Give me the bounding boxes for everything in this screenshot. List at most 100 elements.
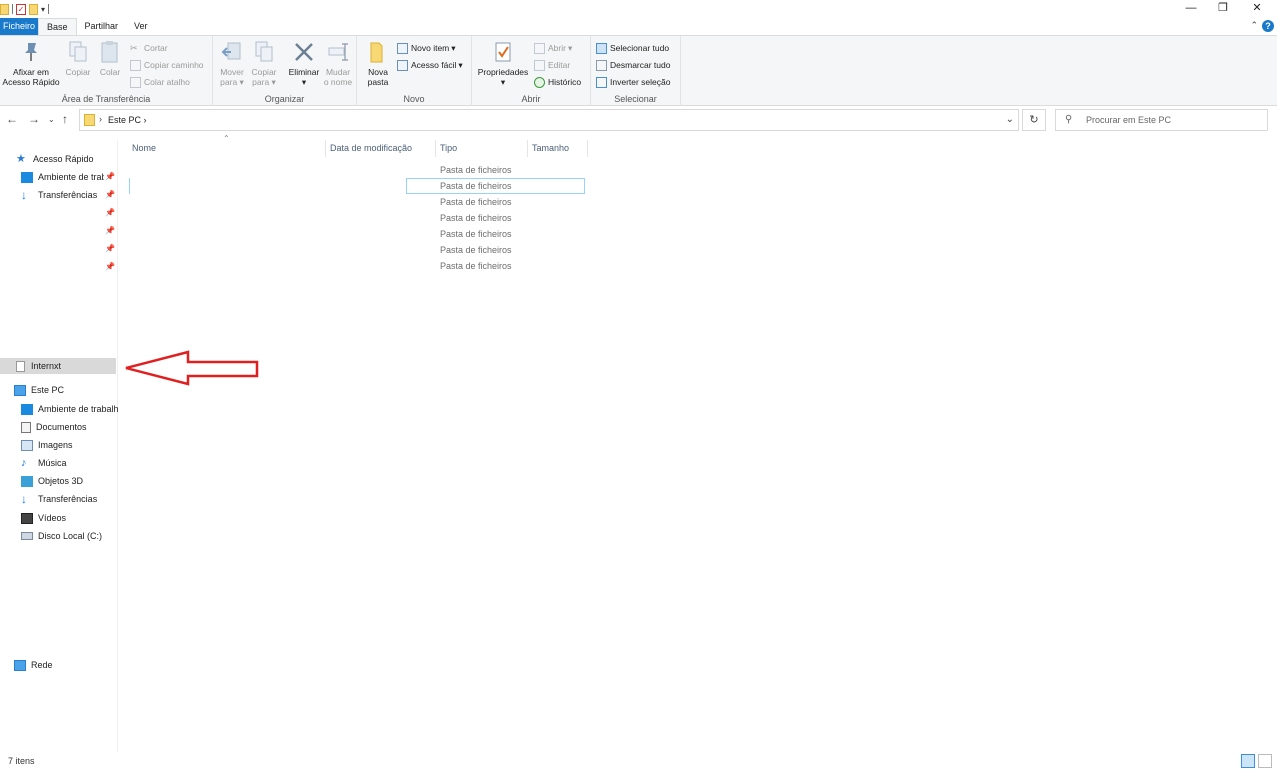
ribbon-tabs: Ficheiro Base Partilhar Ver: [0, 18, 1280, 35]
table-row[interactable]: Pasta de ficheiros: [406, 258, 585, 274]
properties-icon[interactable]: ✓: [16, 3, 26, 15]
navigation-pane: ★ Acesso Rápido Ambiente de trabalho 📌 ↓…: [0, 140, 118, 752]
select-none-icon: [596, 59, 607, 71]
easy-access-button[interactable]: Acesso fácil ▾: [397, 58, 463, 72]
separator: [48, 4, 50, 14]
column-header-size[interactable]: Tamanho: [528, 140, 588, 157]
nav-pc-desktop[interactable]: Ambiente de trabalho: [0, 401, 118, 417]
nav-this-pc[interactable]: Este PC: [0, 382, 118, 398]
history-button[interactable]: Histórico: [534, 75, 581, 89]
table-row[interactable]: Pasta de ficheiros: [406, 194, 585, 210]
column-header-type[interactable]: Tipo: [436, 140, 528, 157]
edit-button[interactable]: Editar: [534, 58, 570, 72]
nav-network[interactable]: Rede: [0, 657, 118, 673]
table-row-focused[interactable]: Pasta de ficheiros: [406, 178, 585, 194]
invert-selection-button[interactable]: Inverter seleção: [596, 75, 670, 89]
column-header-name[interactable]: Nome: [128, 140, 326, 157]
up-arrow-icon[interactable]: ↑: [62, 112, 68, 126]
tab-view[interactable]: Ver: [126, 18, 156, 35]
nav-pc-music[interactable]: ♪ Música: [0, 455, 118, 471]
move-to-button[interactable]: Mover para ▾: [217, 40, 247, 87]
clipboard-group-label: Área de Transferência: [61, 94, 151, 104]
download-arrow-icon: ↓: [21, 491, 27, 506]
column-header-modified[interactable]: Data de modificação: [326, 140, 436, 157]
select-none-button[interactable]: Desmarcar tudo: [596, 58, 670, 72]
open-button[interactable]: Abrir ▾: [534, 41, 572, 55]
nav-qa-downloads[interactable]: ↓ Transferências: [0, 187, 104, 203]
large-icons-view-icon[interactable]: [1258, 754, 1272, 768]
customize-toolbar-icon[interactable]: ▾: [41, 5, 45, 14]
organize-group: Mover para ▾ Copiar para ▾ Eliminar ▾ Mu…: [213, 36, 357, 106]
open-group: Propriedades ▾ Abrir ▾ Editar Histórico A…: [472, 36, 591, 106]
pictures-icon: [21, 439, 33, 451]
recent-dropdown-icon[interactable]: ⌄: [48, 115, 55, 124]
copy-to-button[interactable]: Copiar para ▾: [249, 40, 279, 87]
cut-button[interactable]: ✂ Cortar: [130, 41, 168, 55]
collapse-ribbon-icon[interactable]: ⌃: [1250, 20, 1258, 31]
paste-button[interactable]: Colar: [96, 40, 124, 77]
copy-path-icon: [130, 59, 141, 71]
title-bar: ✓ ▾ — ❐ ✕: [0, 0, 1280, 18]
properties-icon: [492, 40, 514, 64]
new-folder-button[interactable]: Nova pasta: [363, 40, 393, 87]
disk-icon: [21, 532, 33, 540]
tab-file[interactable]: Ficheiro: [0, 18, 39, 35]
tab-home[interactable]: Base: [38, 18, 77, 35]
paste-shortcut-button[interactable]: Colar atalho: [130, 75, 190, 89]
chevron-down-icon[interactable]: ⌄: [1006, 114, 1014, 125]
nav-pc-downloads[interactable]: ↓ Transferências: [0, 491, 118, 507]
easy-access-icon: [397, 59, 408, 71]
pin-icon[interactable]: 📌: [105, 226, 115, 235]
chevron-right-icon[interactable]: ›: [99, 114, 102, 124]
minimize-button[interactable]: —: [1174, 0, 1208, 18]
delete-button[interactable]: Eliminar ▾: [286, 40, 322, 87]
nav-quick-access[interactable]: ★ Acesso Rápido: [0, 151, 118, 167]
pin-icon[interactable]: 📌: [105, 262, 115, 271]
tab-share[interactable]: Partilhar: [77, 18, 127, 35]
red-arrow-annotation: [125, 350, 259, 386]
select-group: Selecionar tudo Desmarcar tudo Inverter …: [591, 36, 681, 106]
refresh-button[interactable]: ↻: [1022, 109, 1046, 131]
computer-icon: [14, 384, 26, 396]
open-group-label: Abrir: [521, 94, 541, 104]
edit-icon: [534, 59, 545, 71]
pin-icon[interactable]: 📌: [105, 190, 115, 199]
document-icon: [16, 360, 25, 372]
nav-internxt[interactable]: Internxt: [0, 358, 116, 374]
help-icon[interactable]: ?: [1262, 20, 1274, 32]
address-bar[interactable]: › Este PC › ⌄: [79, 109, 1019, 131]
pin-icon[interactable]: 📌: [105, 244, 115, 253]
new-item-icon: [397, 42, 408, 54]
table-row[interactable]: Pasta de ficheiros: [406, 162, 585, 178]
table-row[interactable]: Pasta de ficheiros: [406, 226, 585, 242]
pin-quick-access-button[interactable]: Afixar em Acesso Rápido: [2, 40, 60, 87]
search-box[interactable]: ⚲ Procurar em Este PC: [1055, 109, 1268, 131]
nav-qa-desktop[interactable]: Ambiente de trabalho: [0, 169, 104, 185]
nav-pc-local-disk[interactable]: Disco Local (C:): [0, 528, 118, 544]
pin-icon[interactable]: 📌: [105, 172, 115, 181]
separator: [12, 4, 13, 14]
properties-button[interactable]: Propriedades ▾: [476, 40, 530, 87]
new-item-button[interactable]: Novo item ▾: [397, 41, 456, 55]
nav-pc-videos[interactable]: Vídeos: [0, 510, 118, 526]
back-arrow-icon[interactable]: ←: [6, 112, 18, 126]
new-folder-icon[interactable]: [29, 3, 38, 15]
copy-path-button[interactable]: Copiar caminho: [130, 58, 204, 72]
forward-arrow-icon[interactable]: →: [28, 112, 40, 126]
restore-button[interactable]: ❐: [1206, 0, 1240, 18]
organize-group-label: Organizar: [264, 94, 305, 104]
table-row[interactable]: Pasta de ficheiros: [406, 242, 585, 258]
rename-caret: [129, 178, 130, 194]
nav-pc-pictures[interactable]: Imagens: [0, 437, 118, 453]
select-all-button[interactable]: Selecionar tudo: [596, 41, 669, 55]
music-note-icon: ♪: [21, 456, 27, 469]
close-button[interactable]: ✕: [1240, 0, 1274, 18]
pin-icon[interactable]: 📌: [105, 208, 115, 217]
breadcrumb-this-pc[interactable]: Este PC ›: [108, 115, 147, 125]
details-view-icon[interactable]: [1241, 754, 1255, 768]
rename-button[interactable]: Mudar o nome: [322, 40, 354, 87]
nav-pc-3d-objects[interactable]: Objetos 3D: [0, 473, 118, 489]
nav-pc-documents[interactable]: Documentos: [0, 419, 118, 435]
table-row[interactable]: Pasta de ficheiros: [406, 210, 585, 226]
copy-button[interactable]: Copiar: [63, 40, 93, 77]
